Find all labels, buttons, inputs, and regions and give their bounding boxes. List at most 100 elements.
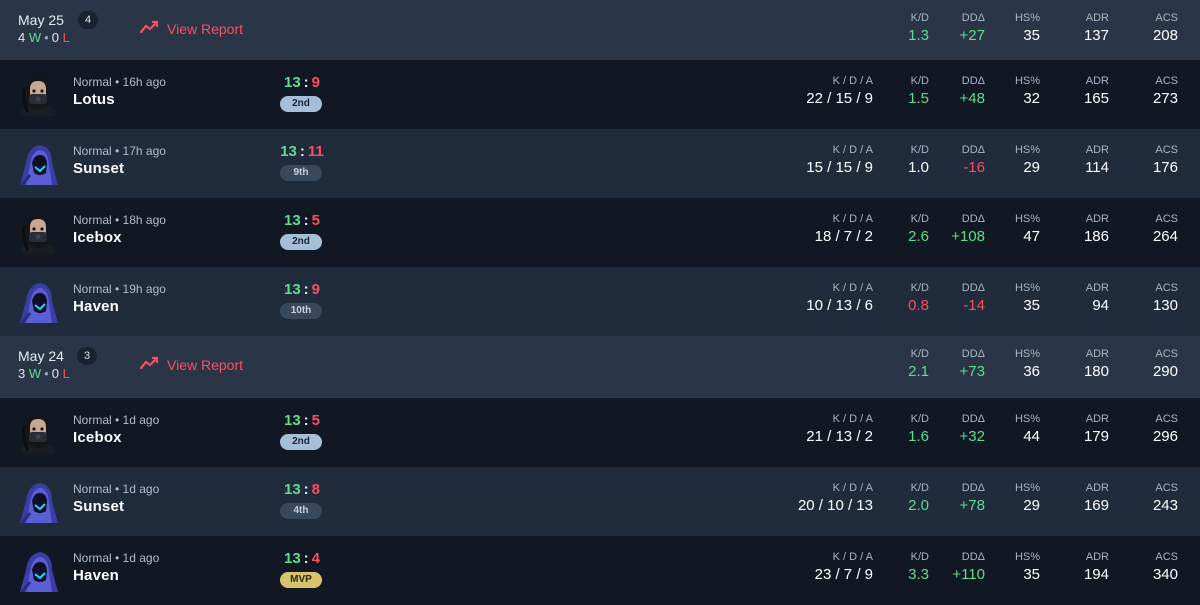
acs-value: 264 [1152,228,1178,245]
score-lost: 9 [311,74,321,91]
match-acs: ACS 296 [1153,413,1178,445]
match-dda: DDΔ +110 [952,551,985,583]
placement-badge: 2nd [280,434,322,450]
hs-value: 35 [1023,297,1040,314]
match-mode-time: Normal • 18h ago [73,213,166,227]
match-row[interactable]: Normal • 16h ago Lotus 13:9 2nd K / D / A 22 … [0,60,1200,129]
match-row[interactable]: Normal • 18h ago Icebox 13:5 2nd K / D / A 18… [0,198,1200,267]
match-mode-time: Normal • 1d ago [73,551,160,565]
match-mode-time: Normal • 19h ago [73,282,166,296]
match-row[interactable]: Normal • 1d ago Icebox 13:5 2nd K / D / A 21 … [0,398,1200,467]
dda-value: -16 [963,159,985,176]
dda-value: +110 [952,566,985,583]
win-loss-summary: 3 W • 0 L [18,366,70,381]
hs-label: HS% [1014,75,1040,87]
summary-dda: DDΔ +73 [960,348,985,380]
view-report-button[interactable]: View Report [139,356,244,373]
kda-label: K / D / A [832,413,873,425]
kd-label: K/D [910,12,929,24]
match-score: 13:4 [252,550,352,567]
score-lost: 11 [307,143,324,160]
match-score: 13:9 [252,281,352,298]
map-name: Lotus [73,91,115,108]
kd-label: K/D [910,482,929,494]
match-hs: HS% 47 [1015,213,1040,245]
kda-stat: K / D / A 15 / 15 / 9 [806,144,873,176]
acs-label: ACS [1155,348,1178,360]
wins-count: 4 [18,30,26,45]
agent-avatar [16,548,60,593]
score-lost: 5 [311,212,321,229]
match-hs: HS% 29 [1015,144,1040,176]
kda-stat: K / D / A 23 / 7 / 9 [815,551,873,583]
hs-label: HS% [1014,482,1040,494]
summary-adr: ADR 180 [1084,348,1109,380]
dda-value: +73 [959,363,985,380]
score-separator: : [303,212,309,229]
hs-value: 47 [1023,228,1040,245]
acs-label: ACS [1155,413,1178,425]
losses-count: 0 [51,30,59,45]
acs-value: 290 [1152,363,1178,380]
hs-value: 35 [1023,566,1040,583]
losses-letter: L [62,30,70,45]
match-adr: ADR 165 [1084,75,1109,107]
score-won: 13 [283,481,301,498]
kda-value: 21 / 13 / 2 [806,428,873,445]
adr-label: ADR [1085,348,1109,360]
match-history-list: May 25 4 4 W • 0 L View Report K/D 1.3 DDΔ +27 HS%… [0,0,1200,605]
day-date: May 24 [18,348,64,364]
kd-label: K/D [910,282,929,294]
adr-value: 114 [1085,159,1109,176]
acs-label: ACS [1155,144,1178,156]
map-name: Sunset [73,160,125,177]
kda-label: K / D / A [832,282,873,294]
wins-letter: W [28,366,42,381]
match-adr: ADR 169 [1084,482,1109,514]
match-hs: HS% 44 [1015,413,1040,445]
match-row[interactable]: Normal • 1d ago Sunset 13:8 4th K / D / A 20 … [0,467,1200,536]
dda-label: DDΔ [961,348,985,360]
match-score: 13:11 [252,143,352,160]
match-row[interactable]: Normal • 17h ago Sunset 13:11 9th K / D / A 1… [0,129,1200,198]
kd-value: 1.0 [908,159,929,176]
kda-label: K / D / A [832,482,873,494]
match-hs: HS% 35 [1015,282,1040,314]
agent-avatar [16,479,60,524]
view-report-button[interactable]: View Report [139,20,243,37]
adr-value: 169 [1083,497,1109,514]
kda-stat: K / D / A 18 / 7 / 2 [815,213,873,245]
match-mode-time: Normal • 17h ago [73,144,166,158]
hs-value: 44 [1023,428,1040,445]
summary-adr: ADR 137 [1084,12,1109,44]
view-report-label: View Report [167,356,244,373]
match-dda: DDΔ -14 [962,282,985,314]
match-kd: K/D 1.0 [908,144,929,176]
adr-label: ADR [1085,282,1109,294]
hs-value: 29 [1023,497,1040,514]
kda-stat: K / D / A 10 / 13 / 6 [806,282,873,314]
agent-avatar [16,410,60,457]
match-count-badge: 4 [78,11,98,29]
match-dda: DDΔ +48 [960,75,985,107]
placement-badge: 9th [280,165,322,181]
wins-letter: W [28,30,42,45]
kda-label: K / D / A [832,75,873,87]
day-group-header: May 25 4 4 W • 0 L View Report K/D 1.3 DDΔ +27 HS%… [0,0,1200,60]
day-date: May 25 [18,12,64,28]
match-adr: ADR 94 [1086,282,1109,314]
acs-value: 296 [1152,428,1178,445]
summary-kd: K/D 2.1 [908,348,929,380]
hs-label: HS% [1014,348,1040,360]
score-won: 13 [283,550,301,567]
placement-badge: 2nd [280,96,322,112]
hs-label: HS% [1014,12,1040,24]
kda-value: 23 / 7 / 9 [814,566,873,583]
kda-value: 10 / 13 / 6 [806,297,873,314]
kd-value: 1.3 [908,27,929,44]
match-row[interactable]: Normal • 1d ago Haven 13:4 MVP K / D / A 23 /… [0,536,1200,605]
match-kd: K/D 2.0 [908,482,929,514]
match-row[interactable]: Normal • 19h ago Haven 13:9 10th K / D / A 10… [0,267,1200,336]
agent-avatar [16,72,60,119]
kda-stat: K / D / A 21 / 13 / 2 [806,413,873,445]
